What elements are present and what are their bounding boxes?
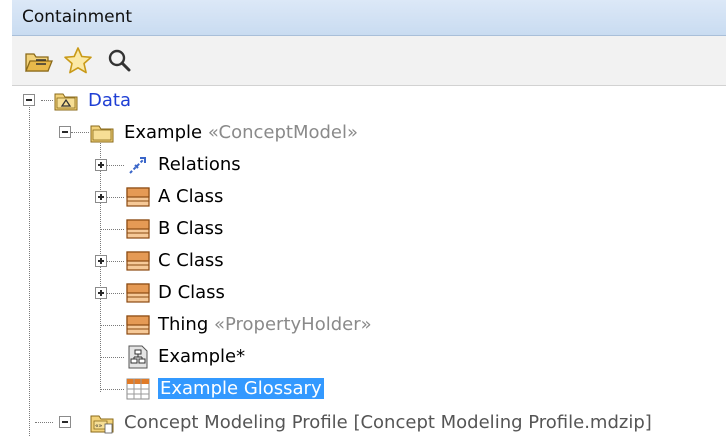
tree-node-label: D Class [158, 281, 225, 305]
data-package-icon [54, 89, 78, 113]
node-name: Example* [158, 346, 246, 367]
tree-hline-child [100, 357, 124, 358]
tree-line-root [29, 100, 30, 436]
tree-node-label: Concept Modeling Profile [Concept Modeli… [124, 412, 652, 433]
class-icon [126, 313, 150, 337]
search-button[interactable] [104, 45, 136, 77]
window-frame-left [0, 0, 12, 442]
example-name: Example [124, 122, 203, 143]
open-folder-icon [25, 53, 53, 72]
tree-hline-root [41, 100, 53, 101]
tree-node-label: A Class [158, 185, 223, 209]
tree-hline-profile [35, 422, 53, 423]
node-name: B Class [158, 218, 224, 239]
containment-toolbar [12, 36, 726, 86]
tree-node-label: Data [88, 90, 131, 111]
class-icon [126, 217, 150, 241]
collapse-toggle[interactable] [23, 94, 35, 106]
tree-node-label: Example Glossary [158, 377, 324, 401]
tree-node-label: Example «ConceptModel» [124, 121, 358, 145]
collapse-toggle[interactable] [59, 126, 71, 138]
class-icon [126, 281, 150, 305]
glossary-table-icon [126, 377, 150, 401]
node-name: Thing [158, 314, 209, 335]
favorites-button[interactable] [62, 45, 94, 77]
tree-hline-child [100, 325, 124, 326]
tree-node-label: C Class [158, 249, 224, 273]
node-name: A Class [158, 186, 224, 207]
tree-hline-child [100, 389, 124, 390]
tree-hline-child [100, 229, 124, 230]
star-icon [64, 47, 92, 74]
panel-title: Containment [22, 7, 133, 27]
open-folder-button[interactable] [22, 45, 54, 77]
package-icon [90, 121, 114, 145]
tree-node-label: Example* [158, 345, 245, 369]
tree-hline-example [71, 132, 89, 133]
class-icon [126, 185, 150, 209]
stereotype: «PropertyHolder» [213, 314, 372, 335]
stereotype: «ConceptModel» [207, 122, 359, 143]
containment-panel-header: Containment [12, 0, 726, 36]
containment-tree: Data Example «ConceptModel» Relations A C… [12, 86, 726, 442]
relations-icon [126, 153, 150, 177]
node-name: Example Glossary [158, 378, 324, 399]
diagram-icon [126, 345, 150, 369]
profile-package-icon: «» [90, 411, 114, 435]
search-icon [108, 49, 131, 72]
svg-text:«»: «» [95, 423, 103, 430]
expand-toggle[interactable] [59, 416, 71, 428]
tree-node-label: Relations [158, 153, 241, 177]
class-icon [126, 249, 150, 273]
node-name: Relations [158, 154, 241, 175]
tree-node-label: B Class [158, 217, 223, 241]
expand-toggle[interactable] [95, 287, 107, 299]
node-name: C Class [158, 250, 224, 271]
expand-toggle[interactable] [95, 255, 107, 267]
expand-toggle[interactable] [95, 159, 107, 171]
node-name: D Class [158, 282, 225, 303]
expand-toggle[interactable] [95, 191, 107, 203]
tree-node-label: Thing «PropertyHolder» [158, 313, 372, 337]
